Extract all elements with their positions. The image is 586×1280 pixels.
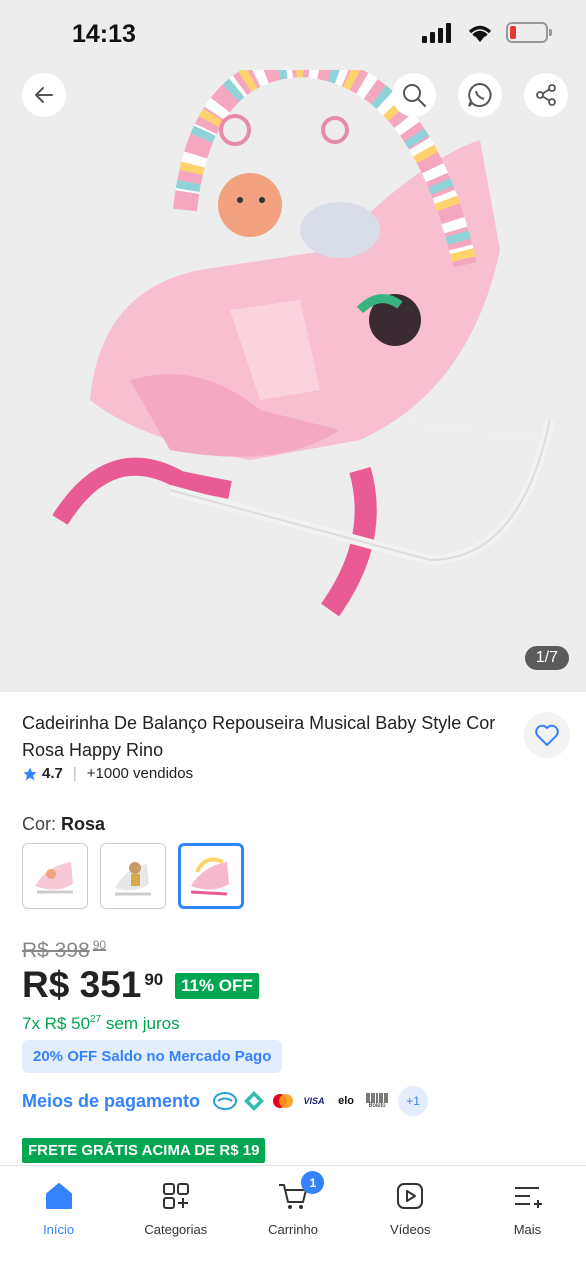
image-counter: 1/7	[524, 646, 569, 670]
discount-badge: 11% OFF	[175, 973, 259, 999]
more-payment-methods[interactable]: +1	[398, 1086, 429, 1116]
installments-amount: 7x R$ 50	[22, 1014, 91, 1033]
share-icon	[536, 84, 556, 106]
installments-suffix: sem juros	[105, 1014, 180, 1033]
current-price-cents: 90	[144, 970, 164, 989]
status-icons	[422, 22, 552, 43]
boleto-label: Boleto	[368, 1103, 386, 1109]
original-price-int: R$ 398	[22, 939, 90, 962]
signal-icon	[422, 22, 451, 43]
color-value: Rosa	[61, 814, 106, 834]
whatsapp-icon	[468, 82, 492, 107]
tab-label: Carrinho	[268, 1222, 318, 1237]
tab-label: Início	[43, 1222, 75, 1237]
payment-methods-link[interactable]: Meios de pagamento	[22, 1091, 200, 1112]
pix-icon	[241, 1091, 267, 1111]
whatsapp-share-button[interactable]	[458, 73, 502, 117]
current-price-int: R$ 351	[22, 964, 142, 1005]
battery-icon	[506, 22, 552, 43]
tab-label: Categorias	[144, 1222, 208, 1237]
categories-icon	[161, 1180, 191, 1212]
installments-info: 7x R$ 5027 sem juros	[22, 1014, 180, 1034]
elo-icon: elo	[338, 1095, 354, 1107]
variant-thumbnail	[115, 862, 151, 896]
status-bar: 14:13	[0, 0, 586, 70]
color-swatches	[22, 843, 244, 909]
tab-categorias[interactable]: Categorias	[117, 1166, 234, 1280]
variant-swatch-2[interactable]	[100, 843, 166, 909]
star-icon	[23, 766, 37, 780]
more-icon	[512, 1180, 543, 1212]
tab-label: Mais	[513, 1222, 542, 1237]
color-label: Cor:	[22, 814, 57, 834]
home-icon	[44, 1180, 74, 1212]
installments-cents: 27	[90, 1014, 102, 1025]
mercadopago-icon	[212, 1091, 238, 1111]
heart-icon	[535, 724, 559, 746]
tab-carrinho[interactable]: 1 Carrinho	[234, 1166, 351, 1280]
tab-videos[interactable]: Vídeos	[352, 1166, 469, 1280]
tab-mais[interactable]: Mais	[469, 1166, 586, 1280]
variant-thumbnail	[190, 857, 229, 896]
current-price: R$ 351 90	[22, 964, 163, 1006]
wifi-icon	[468, 25, 492, 42]
free-shipping-badge: FRETE GRÁTIS ACIMA DE R$ 19	[22, 1138, 266, 1163]
boleto-icon: Boleto	[363, 1091, 391, 1111]
variant-swatch-1[interactable]	[22, 843, 88, 909]
rating-row[interactable]: 4.7 | +1000 vendidos	[22, 765, 193, 782]
tab-inicio[interactable]: Início	[0, 1166, 117, 1280]
share-button[interactable]	[524, 73, 568, 117]
product-title: Cadeirinha De Balanço Repouseira Musical…	[22, 713, 496, 760]
promo-chip[interactable]: 20% OFF Saldo no Mercado Pago	[22, 1040, 283, 1073]
visa-icon: VISA	[303, 1096, 325, 1106]
search-icon	[403, 84, 426, 107]
video-icon	[395, 1180, 425, 1212]
variant-thumbnail	[35, 862, 73, 894]
cart-count-badge: 1	[301, 1171, 325, 1194]
variant-swatch-3-selected[interactable]	[178, 843, 244, 909]
rating-separator: |	[72, 765, 77, 782]
back-button[interactable]	[22, 73, 66, 117]
sold-count: +1000 vendidos	[86, 765, 194, 782]
payment-methods[interactable]: Meios de pagamento VISA elo Boleto +1	[22, 1086, 429, 1116]
bottom-tab-bar: Início Categorias 1 Carrinho Vídeos Mais	[0, 1165, 586, 1280]
tab-label: Vídeos	[389, 1222, 431, 1237]
status-time: 14:13	[72, 20, 136, 48]
original-price: R$ 398 90	[22, 938, 106, 963]
favorite-button[interactable]	[524, 712, 570, 758]
color-selector-label: Cor: Rosa	[22, 814, 105, 835]
mastercard-icon	[270, 1091, 296, 1111]
arrow-left-icon	[35, 87, 53, 103]
rating-value: 4.7	[42, 765, 63, 782]
original-price-cents: 90	[92, 938, 107, 952]
search-button[interactable]	[392, 73, 436, 117]
